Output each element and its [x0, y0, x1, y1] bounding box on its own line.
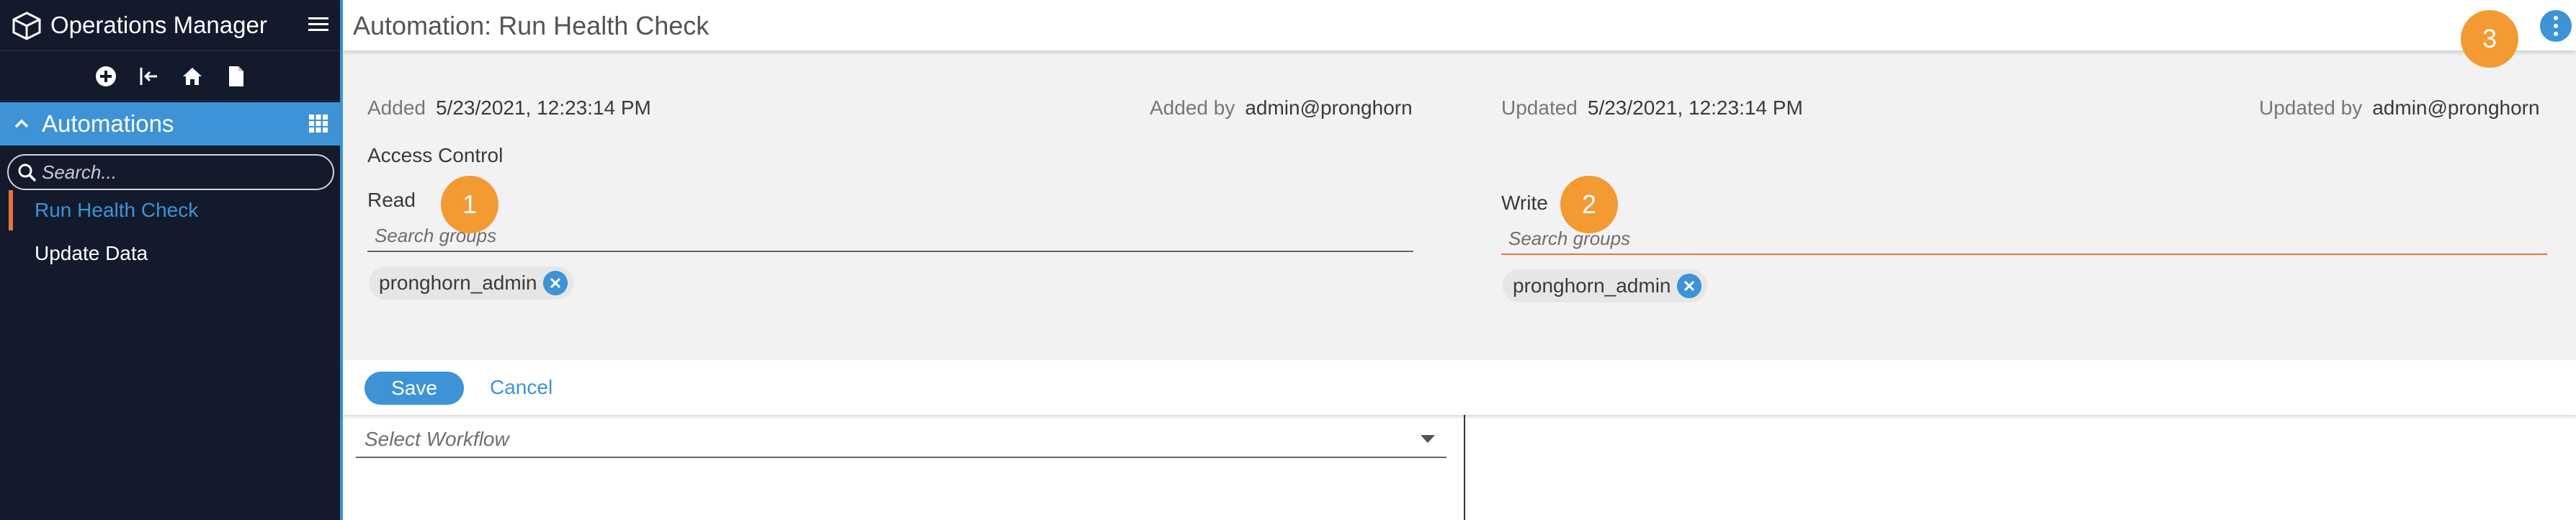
sidebar: Operations Manager Automations Search...… [0, 0, 340, 520]
updated-label: Updated [1501, 97, 1578, 119]
added-by-info: Added by admin@pronghorn [1150, 97, 1413, 120]
sidebar-item-label: Run Health Check [35, 199, 199, 221]
write-groups-search-input[interactable] [1501, 223, 2547, 255]
sidebar-search [7, 154, 334, 190]
save-button[interactable]: Save [365, 372, 464, 405]
callout-badge-2: 2 [1560, 176, 1618, 233]
callout-badge-3: 3 [2461, 10, 2518, 68]
automations-section-header[interactable]: Automations [0, 102, 340, 145]
sidebar-item-label: Update Data [35, 242, 148, 264]
read-group-chip: pronghorn_admin [369, 266, 573, 300]
page-header: Automation: Run Health Check 3 [343, 0, 2576, 68]
write-label: Write [1501, 192, 1548, 214]
sidebar-header: Operations Manager [0, 0, 340, 50]
automations-label: Automations [42, 110, 174, 137]
read-label: Read [367, 189, 416, 211]
select-workflow-placeholder: Select Workflow [365, 428, 509, 450]
main-content: Automation: Run Health Check 3 Added 5/23… [340, 0, 2576, 520]
grid-view-icon[interactable] [308, 114, 328, 133]
updated-by-label: Updated by [2259, 97, 2363, 119]
access-control-panel: Added 5/23/2021, 12:23:14 PM Added by admi… [343, 50, 2576, 360]
remove-chip-icon[interactable] [542, 271, 568, 295]
sidebar-item-update-data[interactable]: Update Data [0, 233, 340, 274]
action-bar: Save Cancel [343, 360, 2576, 415]
access-control-title: Access Control [367, 144, 504, 166]
chip-label: pronghorn_admin [379, 272, 537, 294]
active-item-marker [9, 190, 13, 230]
updated-value: 5/23/2021, 12:23:14 PM [1587, 97, 1803, 119]
home-icon[interactable] [180, 64, 205, 89]
remove-chip-icon[interactable] [1676, 274, 1701, 298]
callout-badge-1: 1 [441, 176, 498, 233]
chip-label: pronghorn_admin [1513, 274, 1671, 297]
search-icon [18, 163, 37, 182]
sidebar-search-input[interactable] [42, 160, 323, 184]
added-by-value: admin@pronghorn [1245, 97, 1413, 119]
added-info: Added 5/23/2021, 12:23:14 PM [367, 97, 651, 120]
sidebar-toolbar [0, 50, 340, 101]
write-group-chip: pronghorn_admin [1503, 269, 1707, 302]
select-workflow-dropdown[interactable]: Select Workflow [356, 421, 1446, 458]
more-options-button[interactable] [2540, 10, 2572, 42]
added-by-label: Added by [1150, 97, 1235, 119]
more-vert-icon [2554, 16, 2558, 20]
caret-down-icon [1421, 435, 1435, 443]
sidebar-item-run-health-check[interactable]: Run Health Check [0, 190, 340, 230]
updated-info: Updated 5/23/2021, 12:23:14 PM [1501, 97, 1803, 120]
chevron-up-icon[interactable] [12, 114, 32, 134]
app-title: Operations Manager [50, 12, 267, 38]
updated-by-value: admin@pronghorn [2372, 97, 2540, 119]
read-groups-search-input[interactable] [367, 220, 1413, 252]
hamburger-menu-icon[interactable] [307, 14, 330, 35]
cancel-button[interactable]: Cancel [490, 376, 553, 399]
add-circle-icon[interactable] [94, 64, 118, 89]
added-value: 5/23/2021, 12:23:14 PM [435, 97, 651, 119]
document-icon[interactable] [223, 64, 248, 89]
panel-divider [1464, 415, 1465, 520]
updated-by-info: Updated by admin@pronghorn [2259, 97, 2540, 120]
sign-in-icon[interactable] [137, 64, 161, 89]
page-title: Automation: Run Health Check [353, 11, 710, 40]
added-label: Added [367, 97, 426, 119]
logo-icon [12, 12, 41, 40]
